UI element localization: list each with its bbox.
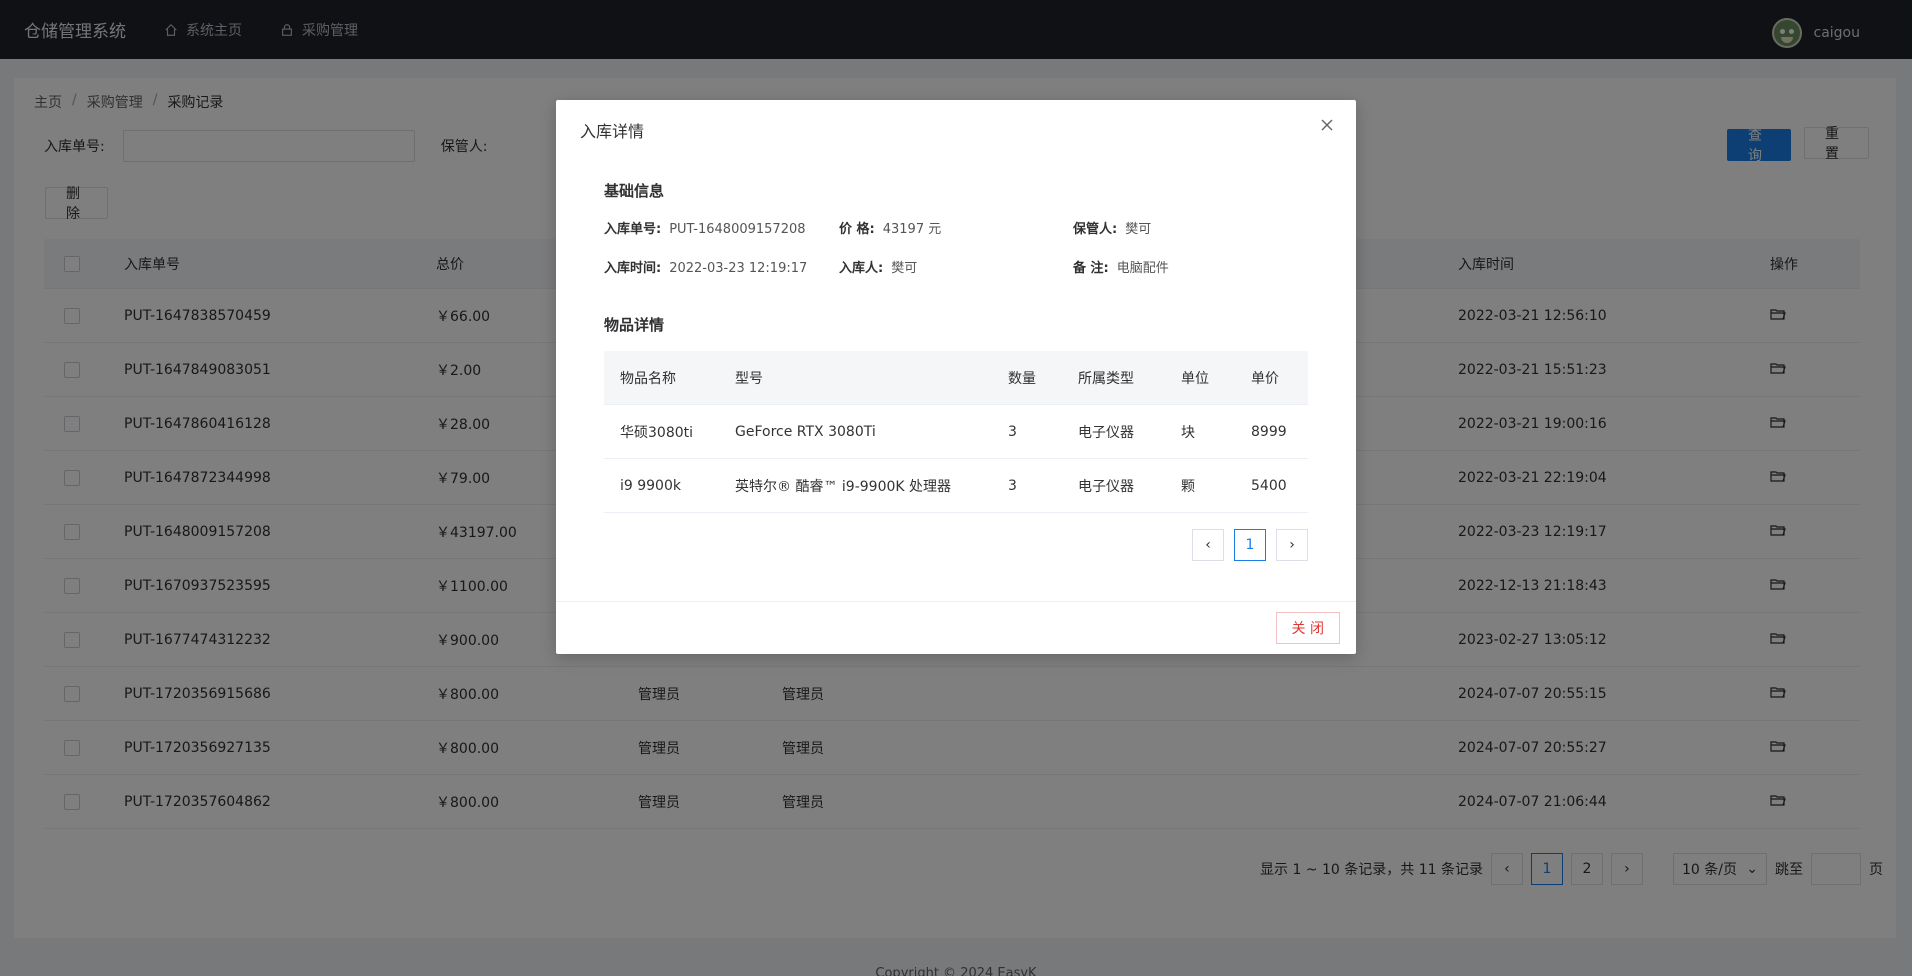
item-name: i9 9900k xyxy=(620,477,681,494)
items-next-button[interactable]: › xyxy=(1276,529,1308,561)
info-order-label: 入库单号: xyxy=(604,222,662,237)
items-pagination: ‹ 1 › xyxy=(1192,529,1308,561)
info-order-value: PUT-1648009157208 xyxy=(669,222,806,237)
item-qty: 3 xyxy=(1008,477,1017,494)
items-col-type: 所属类型 xyxy=(1078,370,1134,387)
modal-title: 入库详情 xyxy=(580,122,645,141)
item-unit: 块 xyxy=(1181,424,1195,441)
info-price-label: 价 格: xyxy=(839,222,875,237)
item-price: 8999 xyxy=(1251,423,1287,440)
item-qty: 3 xyxy=(1008,423,1017,440)
info-time: 入库时间: 2022-03-23 12:19:17 xyxy=(604,257,807,276)
item-type: 电子仪器 xyxy=(1078,478,1134,495)
info-note-label: 备 注: xyxy=(1073,261,1109,276)
info-price-value: 43197 元 xyxy=(882,222,942,237)
item-name: 华硕3080ti xyxy=(620,424,694,441)
info-time-value: 2022-03-23 12:19:17 xyxy=(669,261,808,276)
info-order-no: 入库单号: PUT-1648009157208 xyxy=(604,218,806,237)
info-keeper-label: 保管人: xyxy=(1073,222,1118,237)
item-type: 电子仪器 xyxy=(1078,424,1134,441)
info-person-value: 樊可 xyxy=(891,261,918,276)
items-header: 物品名称 型号 数量 所属类型 单位 单价 xyxy=(604,351,1308,405)
items-page-button[interactable]: 1 xyxy=(1234,529,1266,561)
table-row: 华硕3080ti GeForce RTX 3080Ti 3 电子仪器 块 899… xyxy=(604,405,1308,459)
close-button[interactable]: 关 闭 xyxy=(1275,612,1340,644)
basic-info-title: 基础信息 xyxy=(604,182,665,200)
items-col-model: 型号 xyxy=(735,370,763,387)
items-prev-button[interactable]: ‹ xyxy=(1192,529,1224,561)
items-table: 物品名称 型号 数量 所属类型 单位 单价 华硕3080ti GeForce R… xyxy=(604,351,1308,513)
item-unit: 颗 xyxy=(1181,478,1195,495)
info-note: 备 注: 电脑配件 xyxy=(1073,257,1169,276)
item-price: 5400 xyxy=(1251,477,1287,494)
inbound-detail-modal: 入库详情 基础信息 入库单号: PUT-1648009157208 价 格: 431… xyxy=(556,100,1356,654)
info-price: 价 格: 43197 元 xyxy=(839,218,941,237)
item-model: 英特尔® 酷睿™ i9-9900K 处理器 xyxy=(735,478,952,495)
info-keeper: 保管人: 樊可 xyxy=(1073,218,1151,237)
item-model: GeForce RTX 3080Ti xyxy=(735,423,876,440)
items-col-unit: 单位 xyxy=(1181,370,1209,387)
items-col-qty: 数量 xyxy=(1008,370,1036,387)
modal-footer-divider xyxy=(556,601,1356,602)
item-detail-title: 物品详情 xyxy=(604,316,665,334)
items-col-name: 物品名称 xyxy=(620,370,676,387)
table-row: i9 9900k 英特尔® 酷睿™ i9-9900K 处理器 3 电子仪器 颗 … xyxy=(604,459,1308,513)
info-keeper-value: 樊可 xyxy=(1125,222,1152,237)
info-time-label: 入库时间: xyxy=(604,261,662,276)
info-person-label: 入库人: xyxy=(839,261,884,276)
items-col-price: 单价 xyxy=(1251,370,1279,387)
close-icon[interactable] xyxy=(1318,116,1336,134)
info-note-value: 电脑配件 xyxy=(1116,261,1169,276)
info-person: 入库人: 樊可 xyxy=(839,257,917,276)
